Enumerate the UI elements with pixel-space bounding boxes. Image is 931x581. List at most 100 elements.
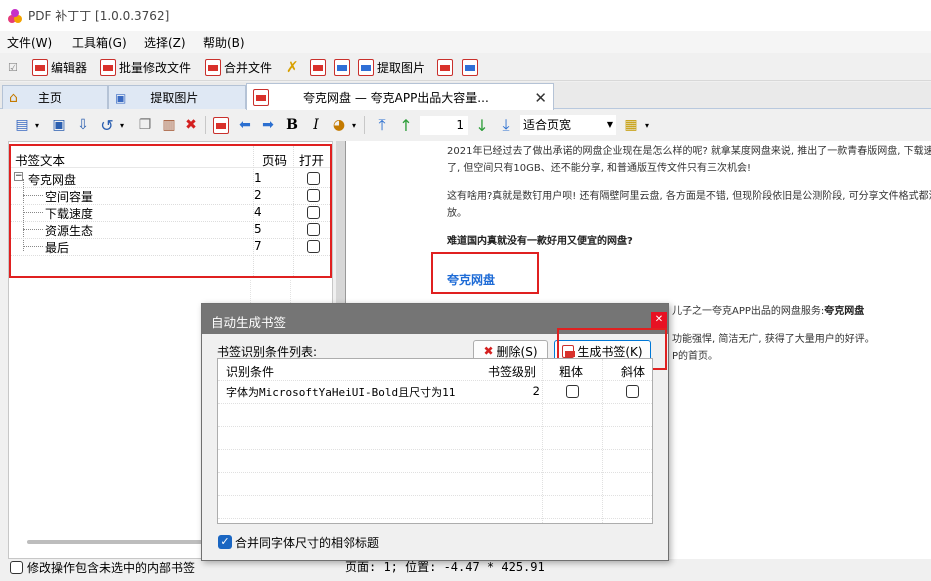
main-toolbar: ☑ 编辑器 批量修改文件 合并文件 ✗ 提取图片 <box>0 53 931 81</box>
table-row[interactable]: 字体为MicrosoftYaHeiUI-Bold且尺寸为11 2 <box>218 380 652 403</box>
delete-icon: ✖ <box>483 344 494 358</box>
grid-line <box>218 426 652 427</box>
delete-button-label: 删除(S) <box>496 344 538 359</box>
next-page-icon[interactable]: ↓ <box>473 116 491 135</box>
pdf-tool-button-4[interactable] <box>462 57 478 77</box>
doc-paragraph-line: 2021年已经过去了做出承诺的网盘企业现在是怎么样的呢? 就拿某度网盘来说, 推… <box>447 146 931 157</box>
bookmark-icon[interactable] <box>212 116 230 134</box>
bookmark-page: 4 <box>254 205 262 219</box>
bookmark-tool-button[interactable]: ✗ <box>286 57 299 77</box>
header-divider <box>11 167 330 168</box>
tree-row[interactable]: 最后 7 <box>11 238 330 256</box>
row-condition: 字体为MicrosoftYaHeiUI-Bold且尺寸为11 <box>226 386 456 399</box>
first-page-icon[interactable]: ⤒ <box>373 115 391 134</box>
pdf-tool-button-1[interactable] <box>310 57 326 77</box>
arrow-left-icon[interactable]: ⬅ <box>236 116 254 134</box>
bookmark-tool-icon: ✗ <box>286 58 299 76</box>
tab-home-label: 主页 <box>37 91 62 105</box>
app-logo-icon <box>8 9 22 23</box>
paste-icon[interactable]: ▥ <box>160 116 178 134</box>
tab-extract-images[interactable]: ▣ 提取图片 <box>108 85 246 109</box>
pdf-export-icon <box>462 58 478 76</box>
doc-bold-fragment: 夸克网盘 <box>824 306 865 317</box>
col-italic: 斜体 <box>621 365 646 379</box>
grid-line <box>218 449 652 450</box>
close-tab-icon[interactable]: ✕ <box>534 89 547 107</box>
grid-line <box>218 403 652 404</box>
save-as-icon[interactable]: ⇩ <box>74 116 92 134</box>
row-level[interactable]: 2 <box>518 384 540 398</box>
merge-files-button[interactable]: 合并文件 <box>205 57 272 77</box>
bold-icon[interactable]: B <box>283 116 301 134</box>
color-dropdown-icon[interactable]: ▾ <box>345 116 363 134</box>
auto-bookmark-dialog: 自动生成书签 ✕ 书签识别条件列表: ✖ 删除(S) 生成书签(K) 识别条件 … <box>201 303 669 561</box>
col-level: 书签级别 <box>488 365 537 379</box>
bookmark-pdf-icon <box>213 116 229 134</box>
bookmark-open-checkbox[interactable] <box>307 206 320 219</box>
col-bold: 粗体 <box>559 365 584 379</box>
image-icon: ▣ <box>115 90 127 105</box>
zoom-select[interactable]: 适合页宽 ▼ <box>520 115 616 135</box>
dialog-close-icon[interactable]: ✕ <box>651 312 667 328</box>
menu-bar: 文件(W) 工具箱(G) 选择(Z) 帮助(B) <box>0 31 931 53</box>
doc-paragraph-line: 儿子之一夸克APP出品的网盘服务:夸克网盘 <box>672 305 864 318</box>
row-italic-checkbox[interactable] <box>626 385 639 398</box>
bookmark-open-checkbox[interactable] <box>307 240 320 253</box>
extract-images-label: 提取图片 <box>377 60 426 75</box>
bookmark-tree: 书签文本 页码 打开 − 夸克网盘 1 空间容量 2 下载速度 4 资源生态 5… <box>9 144 332 278</box>
bookmark-open-checkbox[interactable] <box>307 189 320 202</box>
menu-toolbox[interactable]: 工具箱(G) <box>72 34 127 51</box>
merge-headings-checkbox[interactable]: ✓ <box>218 535 232 549</box>
extract-images-button[interactable]: 提取图片 <box>358 57 425 77</box>
tree-row[interactable]: 资源生态 5 <box>11 221 330 239</box>
doc-paragraph-line: P的首页。 <box>672 351 719 362</box>
last-page-icon[interactable]: ⤓ <box>497 115 515 134</box>
tab-extract-label: 提取图片 <box>150 91 199 105</box>
pdf-tool-button-2[interactable] <box>334 57 350 77</box>
separator <box>205 116 206 134</box>
bookmark-open-checkbox[interactable] <box>307 223 320 236</box>
tree-row[interactable]: 夸克网盘 1 <box>11 170 330 188</box>
pdf-editor-icon <box>32 58 48 76</box>
tab-home[interactable]: ⌂ 主页 <box>2 85 108 109</box>
page-number-input[interactable]: 1 <box>420 116 468 135</box>
merge-label: 合并文件 <box>224 60 273 75</box>
menu-select[interactable]: 选择(Z) <box>144 34 186 51</box>
tab-document-label: 夸克网盘 — 夸克APP出品大容量... <box>303 90 489 105</box>
include-inner-bookmarks-label: 修改操作包含未选中的内部书签 <box>27 561 196 575</box>
prev-page-icon[interactable]: ↑ <box>397 116 415 135</box>
grid-line <box>218 518 652 519</box>
batch-modify-button[interactable]: 批量修改文件 <box>100 57 191 77</box>
merge-headings-label: 合并同字体尺寸的相邻标题 <box>235 536 380 550</box>
pdf-tool-button-3[interactable] <box>437 57 453 77</box>
condition-table[interactable]: 识别条件 书签级别 粗体 斜体 字体为MicrosoftYaHeiUI-Bold… <box>217 358 653 524</box>
undo-dropdown-icon[interactable]: ▾ <box>113 116 131 134</box>
tree-row[interactable]: 空间容量 2 <box>11 187 330 205</box>
editor-button[interactable]: 编辑器 <box>32 57 87 77</box>
copy-icon[interactable]: ❐ <box>136 116 154 134</box>
delete-icon[interactable]: ✖ <box>182 116 200 134</box>
save-icon[interactable]: ▣ <box>50 116 68 134</box>
chevron-down-icon[interactable]: ▾ <box>28 116 46 134</box>
italic-icon[interactable]: I <box>307 116 325 134</box>
bookmark-page: 7 <box>254 239 262 253</box>
home-icon: ⌂ <box>9 89 18 106</box>
pdf-icon <box>253 88 269 106</box>
bookmark-text: 最后 <box>45 241 70 255</box>
doc-paragraph-line: 放。 <box>447 208 467 219</box>
arrow-right-icon[interactable]: ➡ <box>259 116 277 134</box>
tab-document[interactable]: 夸克网盘 — 夸克APP出品大容量... ✕ <box>246 83 554 110</box>
doc-paragraph-line: 这有啥用?真就是数钉用户呗! 还有隔壁阿里云盘, 各方面是不错, 但现阶段依旧是… <box>447 191 931 202</box>
menu-help[interactable]: 帮助(B) <box>203 34 245 51</box>
zoom-value: 适合页宽 <box>523 118 572 132</box>
batch-pdf-icon <box>100 58 116 76</box>
bookmark-open-checkbox[interactable] <box>307 172 320 185</box>
view-mode-dropdown-icon[interactable]: ▾ <box>638 116 656 134</box>
include-inner-bookmarks-checkbox[interactable] <box>10 561 23 574</box>
tree-row[interactable]: 下载速度 4 <box>11 204 330 222</box>
row-bold-checkbox[interactable] <box>566 385 579 398</box>
title-bar: PDF 补丁丁 [1.0.0.3762] <box>0 0 931 31</box>
toolbar-grip: ☑ <box>8 57 18 77</box>
menu-file[interactable]: 文件(W) <box>7 34 52 51</box>
batch-modify-label: 批量修改文件 <box>119 60 192 75</box>
